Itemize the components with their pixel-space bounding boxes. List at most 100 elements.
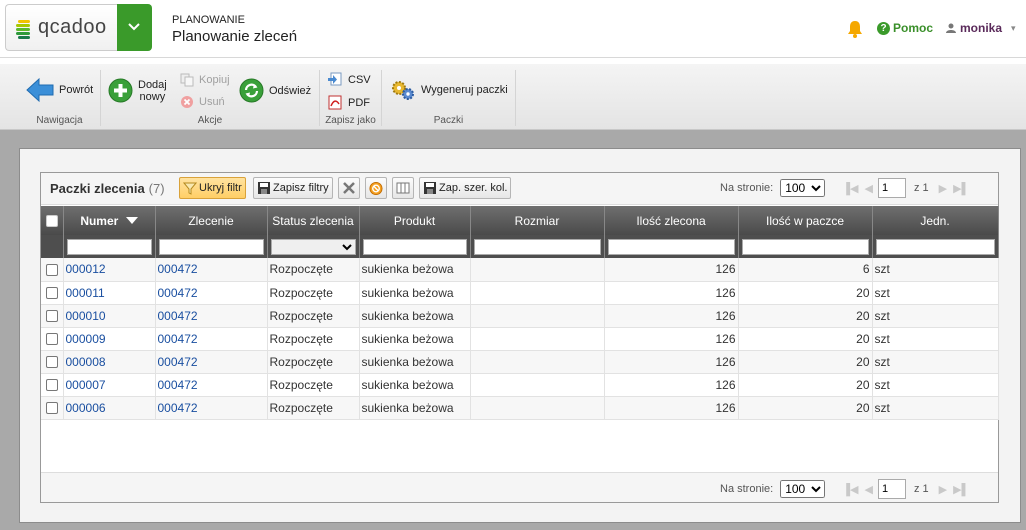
table-row[interactable]: 000009 000472 Rozpoczęte sukienka beżowa… xyxy=(41,327,999,351)
prev-page-icon[interactable]: ◀ xyxy=(864,483,872,496)
table-row[interactable]: 000006 000472 Rozpoczęte sukienka beżowa… xyxy=(41,396,999,420)
column-header-zlecenie[interactable]: Zlecenie xyxy=(155,206,268,235)
page-input[interactable] xyxy=(877,479,906,499)
rozmiar-cell xyxy=(470,281,605,305)
app-logo[interactable]: qcadoo xyxy=(5,4,118,51)
per-page-select[interactable]: 100 xyxy=(780,480,826,498)
back-button[interactable]: Powrót xyxy=(26,77,93,103)
last-page-icon[interactable]: ▶▌ xyxy=(953,483,969,496)
numer-link[interactable]: 000012 xyxy=(66,262,106,276)
numer-link[interactable]: 000009 xyxy=(66,332,106,346)
table-row[interactable]: 000011 000472 Rozpoczęte sukienka beżowa… xyxy=(41,281,999,305)
reset-button[interactable] xyxy=(365,177,387,199)
zlecenie-link[interactable]: 000472 xyxy=(158,262,198,276)
next-page-icon[interactable]: ▶ xyxy=(939,483,947,496)
zlecenie-link[interactable]: 000472 xyxy=(158,355,198,369)
filter-select-status[interactable] xyxy=(270,238,356,255)
add-new-label-2: nowy xyxy=(139,90,166,103)
produkt-cell: sukienka beżowa xyxy=(359,350,471,374)
first-page-icon[interactable]: ▐◀ xyxy=(842,182,858,195)
page-of-label: z 1 xyxy=(913,182,929,194)
column-header-jedn[interactable]: Jedn. xyxy=(872,206,999,235)
column-header-numer[interactable]: Numer xyxy=(63,206,156,235)
last-page-icon[interactable]: ▶▌ xyxy=(953,182,969,195)
copy-button[interactable]: Kopiuj xyxy=(180,73,230,87)
prev-page-icon[interactable]: ◀ xyxy=(864,182,872,195)
column-header-status[interactable]: Status zlecenia xyxy=(267,206,360,235)
pager-top: Na stronie: 100 ▐◀ ◀ z 1 ▶ ▶▌ xyxy=(720,178,972,198)
column-header-produkt[interactable]: Produkt xyxy=(359,206,471,235)
table-row[interactable]: 000010 000472 Rozpoczęte sukienka beżowa… xyxy=(41,304,999,328)
filter-input-ilosc-w-paczce[interactable] xyxy=(741,238,869,255)
ribbon-group-label: Akcje xyxy=(197,115,223,126)
filter-input-ilosc-zlecona[interactable] xyxy=(607,238,735,255)
zlecenie-link[interactable]: 000472 xyxy=(158,378,198,392)
clear-filters-button[interactable] xyxy=(338,177,360,199)
filter-input-zlecenie[interactable] xyxy=(158,238,264,255)
table-row[interactable]: 000007 000472 Rozpoczęte sukienka beżowa… xyxy=(41,373,999,397)
first-page-icon[interactable]: ▐◀ xyxy=(842,483,858,496)
ribbon-group-label: Paczki xyxy=(433,115,464,126)
zlecenie-link[interactable]: 000472 xyxy=(158,286,198,300)
per-page-select[interactable]: 100 xyxy=(780,179,826,197)
page-of-label: z 1 xyxy=(913,483,929,495)
table-row[interactable]: 000012 000472 Rozpoczęte sukienka beżowa… xyxy=(41,258,999,282)
ribbon-group-label: Zapisz jako xyxy=(325,115,376,126)
column-header-ilosc-zlecona[interactable]: Ilość zlecona xyxy=(604,206,739,235)
save-filters-button[interactable]: Zapisz filtry xyxy=(253,177,333,199)
numer-link[interactable]: 000006 xyxy=(66,401,106,415)
numer-link[interactable]: 000007 xyxy=(66,378,106,392)
zlecenie-link[interactable]: 000472 xyxy=(158,309,198,323)
row-checkbox[interactable] xyxy=(45,379,58,392)
user-menu[interactable]: monika ▾ xyxy=(946,21,1016,35)
gears-icon xyxy=(392,81,414,100)
add-new-button[interactable]: Dodaj nowy xyxy=(108,78,167,103)
numer-link[interactable]: 000011 xyxy=(66,286,105,300)
hide-filter-button[interactable]: Ukryj filtr xyxy=(179,177,246,199)
row-checkbox[interactable] xyxy=(45,310,58,323)
export-csv-button[interactable]: CSV xyxy=(327,72,371,87)
table-row[interactable]: 000008 000472 Rozpoczęte sukienka beżowa… xyxy=(41,350,999,374)
save-column-widths-button[interactable]: Zap. szer. kol. xyxy=(419,177,512,199)
filter-input-jedn[interactable] xyxy=(875,238,995,255)
select-all-header[interactable] xyxy=(41,206,64,235)
filter-input-numer[interactable] xyxy=(66,238,152,255)
column-header-ilosc-w-paczce[interactable]: Ilość w paczce xyxy=(738,206,873,235)
numer-link[interactable]: 000010 xyxy=(66,309,106,323)
row-checkbox[interactable] xyxy=(45,356,58,369)
generate-packages-button[interactable]: Wygeneruj paczki xyxy=(390,79,508,101)
delete-button[interactable]: Usuń xyxy=(180,95,225,109)
refresh-button[interactable]: Odśwież xyxy=(239,78,311,103)
jedn-cell: szt xyxy=(872,396,999,420)
row-checkbox[interactable] xyxy=(45,287,58,300)
row-checkbox[interactable] xyxy=(45,333,58,346)
ilosc-w-paczce-cell: 20 xyxy=(738,396,873,420)
arrow-left-icon xyxy=(26,77,54,103)
filter-input-rozmiar[interactable] xyxy=(473,238,601,255)
user-name: monika xyxy=(960,21,1003,35)
chevron-down-icon: ▾ xyxy=(1011,22,1016,33)
zlecenie-link[interactable]: 000472 xyxy=(158,401,198,415)
export-pdf-button[interactable]: PDF xyxy=(327,95,370,110)
ilosc-zlecona-cell: 126 xyxy=(604,258,739,282)
notification-bell-icon[interactable] xyxy=(846,20,864,39)
row-checkbox[interactable] xyxy=(45,264,58,277)
columns-button[interactable] xyxy=(392,177,414,199)
zlecenie-link[interactable]: 000472 xyxy=(158,332,198,346)
filter-input-produkt[interactable] xyxy=(362,238,467,255)
numer-link[interactable]: 000008 xyxy=(66,355,106,369)
packages-grid: Paczki zlecenia (7) Ukryj filtr Zapisz fi… xyxy=(40,172,999,503)
logo-text: qcadoo xyxy=(38,16,107,38)
help-link[interactable]: ? Pomoc xyxy=(877,21,933,35)
columns-icon xyxy=(396,182,410,194)
page-input[interactable] xyxy=(877,178,906,198)
filter-row xyxy=(41,235,999,258)
app-menu-button[interactable] xyxy=(117,4,152,51)
ilosc-zlecona-cell: 126 xyxy=(604,327,739,351)
row-checkbox[interactable] xyxy=(45,402,58,415)
ilosc-zlecona-cell: 126 xyxy=(604,304,739,328)
column-header-rozmiar[interactable]: Rozmiar xyxy=(470,206,605,235)
next-page-icon[interactable]: ▶ xyxy=(939,182,947,195)
floppy-disk-icon xyxy=(258,182,270,194)
select-all-checkbox[interactable] xyxy=(45,215,58,228)
